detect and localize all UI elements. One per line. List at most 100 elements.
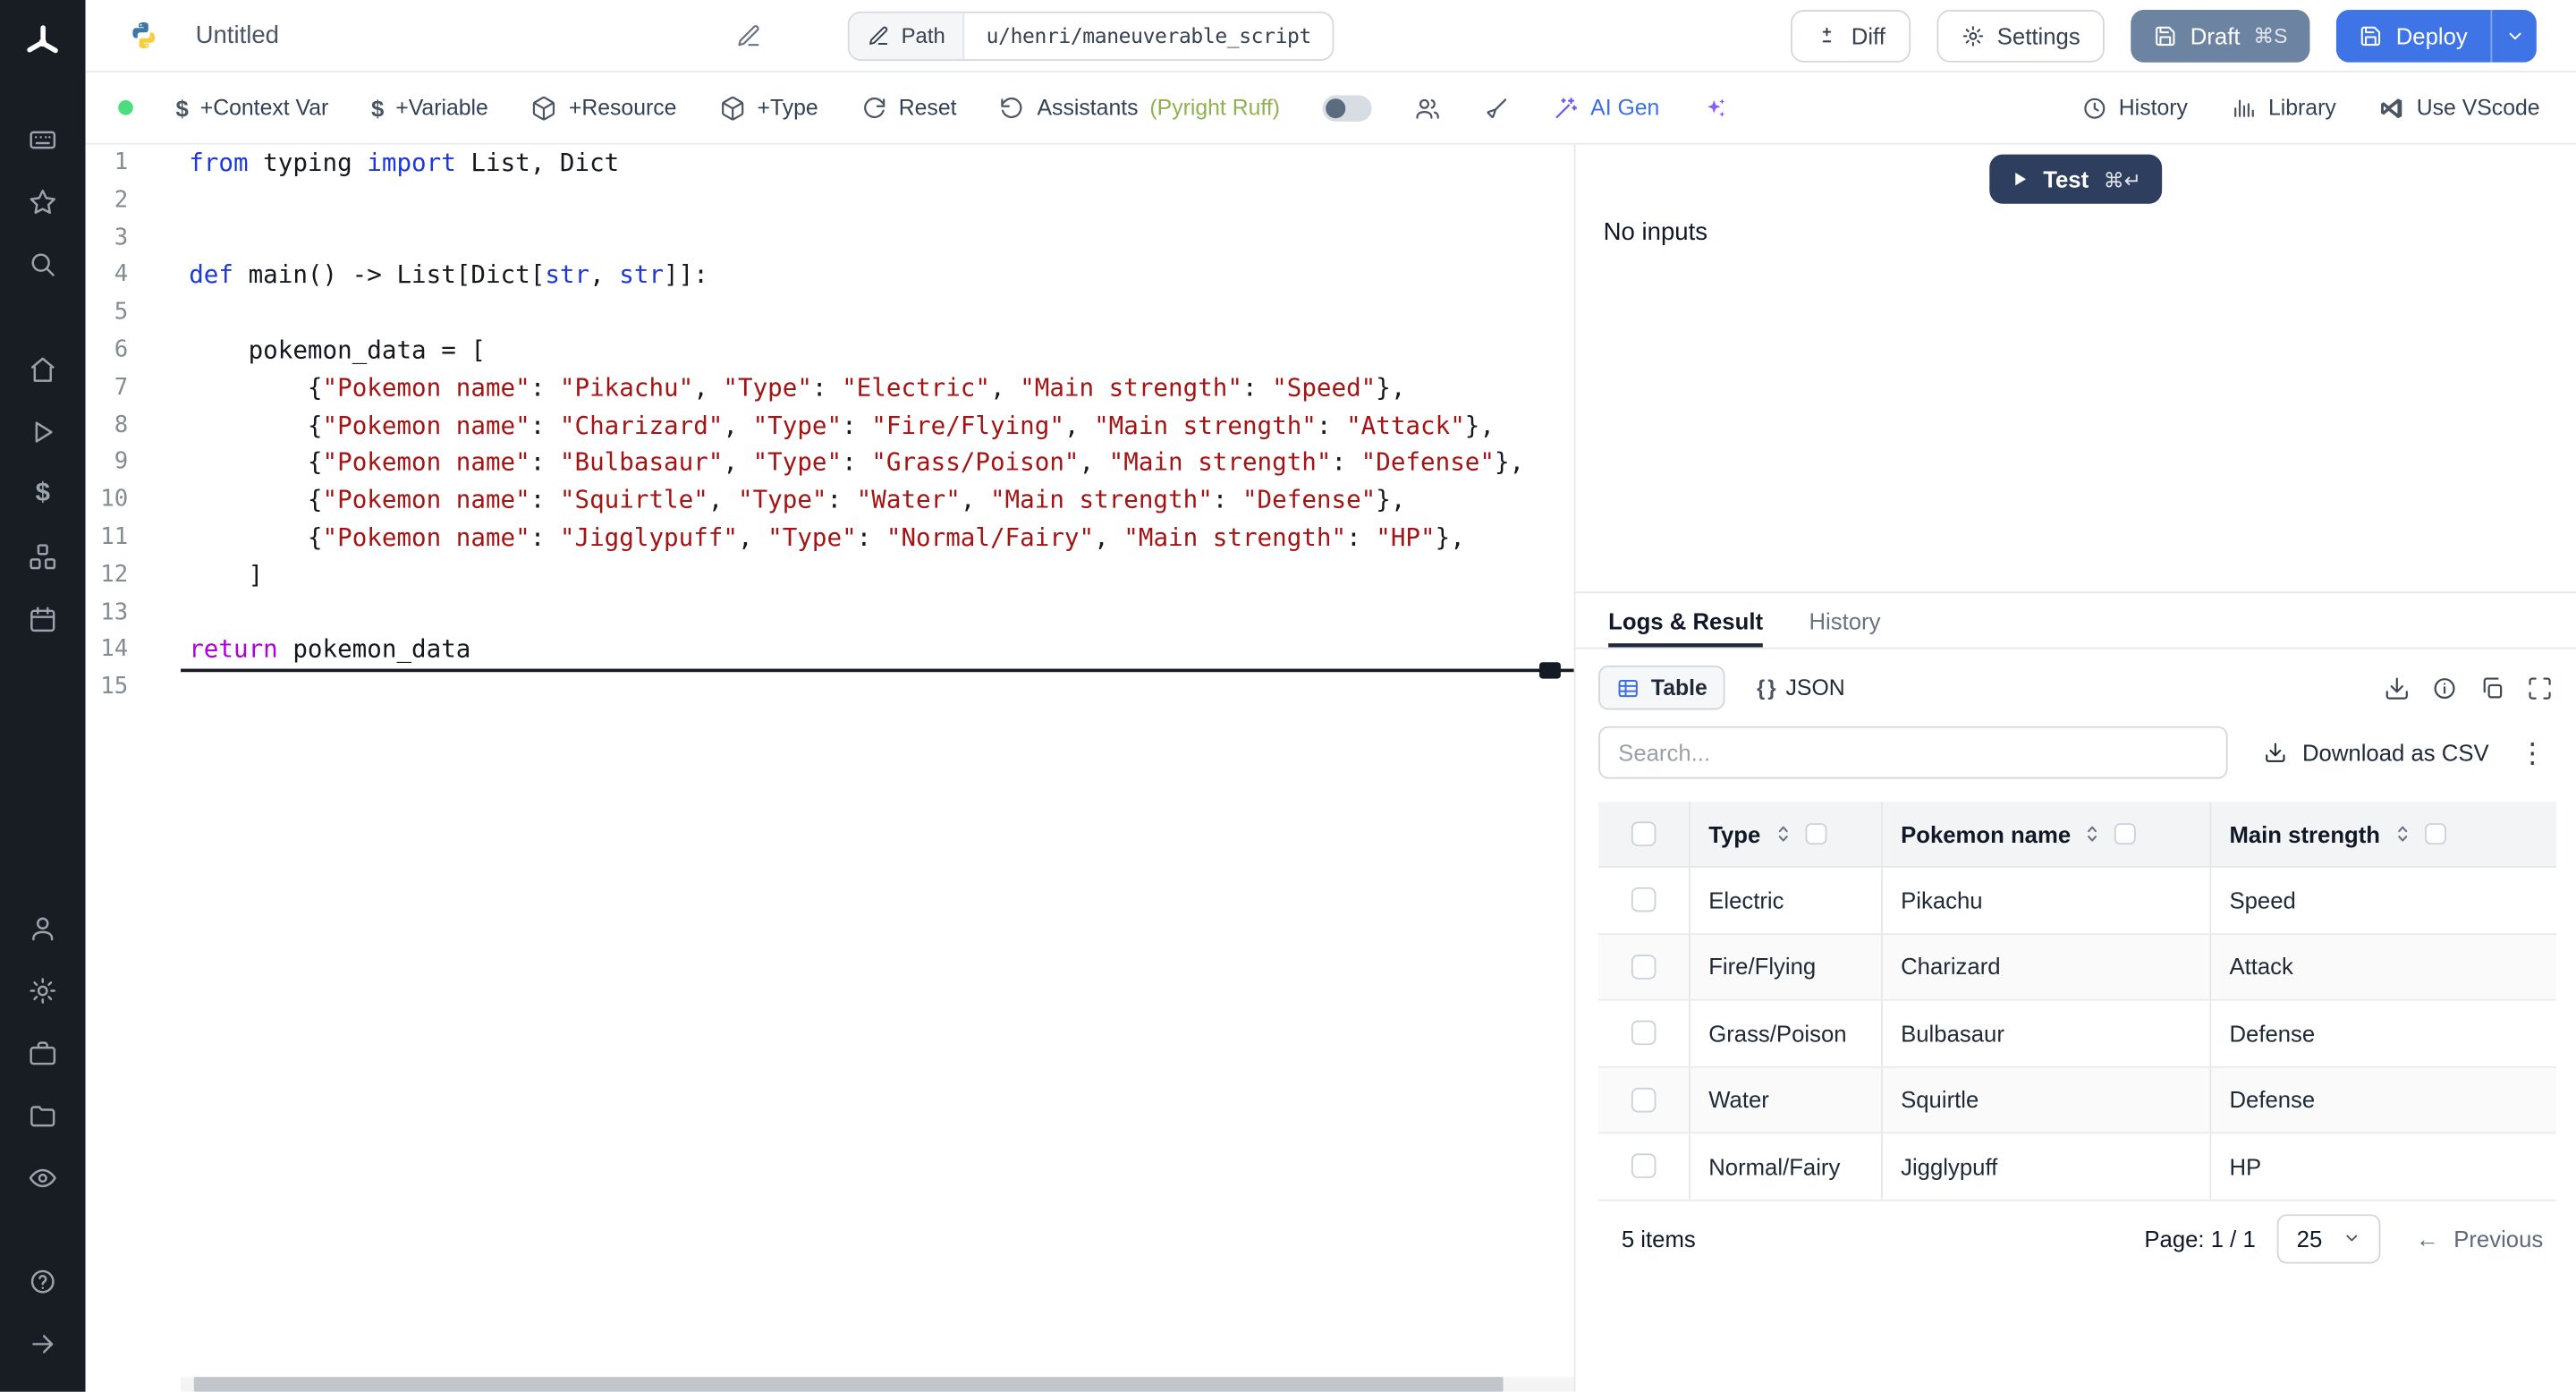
- sort-icon[interactable]: [1772, 823, 1793, 845]
- windmill-logo-icon[interactable]: [13, 13, 72, 72]
- test-button[interactable]: Test ⌘↵: [1988, 154, 2163, 204]
- add-context-var-button[interactable]: $ +Context Var: [176, 95, 329, 121]
- horizontal-scrollbar-thumb[interactable]: [193, 1377, 1504, 1392]
- users-icon[interactable]: [1415, 95, 1441, 121]
- editor-split-handle[interactable]: [1539, 662, 1561, 679]
- workers-briefcase-icon[interactable]: [13, 1022, 72, 1084]
- row-checkbox[interactable]: [1631, 1153, 1657, 1179]
- edit-summary-pencil-icon[interactable]: [735, 22, 761, 48]
- code-line[interactable]: 7 {"Pokemon name": "Pikachu", "Type": "E…: [86, 369, 1574, 407]
- deploy-options-chevron-icon[interactable]: [2490, 9, 2537, 62]
- table-row[interactable]: Water Squirtle Defense: [1598, 1066, 2556, 1134]
- code-line[interactable]: 15: [86, 669, 1574, 707]
- code-text: {"Pokemon name": "Squirtle", "Type": "Wa…: [189, 485, 1406, 515]
- reset-button[interactable]: Reset: [860, 95, 957, 121]
- folders-icon[interactable]: [13, 1084, 72, 1147]
- row-checkbox[interactable]: [1631, 1021, 1657, 1046]
- column-header-main-strength[interactable]: Main strength: [2229, 820, 2380, 846]
- sort-icon[interactable]: [2392, 823, 2413, 845]
- select-all-checkbox[interactable]: [1631, 821, 1657, 846]
- code-line[interactable]: 10 {"Pokemon name": "Squirtle", "Type": …: [86, 481, 1574, 519]
- settings-gear-icon[interactable]: [13, 960, 72, 1023]
- draft-button[interactable]: Draft ⌘S: [2131, 9, 2311, 62]
- download-csv-button[interactable]: Download as CSV: [2265, 740, 2489, 766]
- column-header-type[interactable]: Type: [1708, 820, 1760, 846]
- assistants-control[interactable]: Assistants (Pyright Ruff): [999, 95, 1280, 121]
- info-icon[interactable]: [2431, 675, 2457, 700]
- maximize-icon[interactable]: [2527, 675, 2553, 700]
- audit-eye-icon[interactable]: [13, 1147, 72, 1210]
- ai-gen-button[interactable]: AI Gen: [1553, 95, 1659, 121]
- add-type-button[interactable]: +Type: [719, 95, 818, 121]
- code-line[interactable]: 1 from typing import List, Dict: [86, 145, 1574, 182]
- line-number: 1: [114, 149, 129, 176]
- apps-icon[interactable]: [13, 108, 72, 171]
- code-line[interactable]: 2: [86, 182, 1574, 220]
- use-vscode-button[interactable]: Use VScode: [2378, 95, 2540, 121]
- code-line[interactable]: 13: [86, 594, 1574, 632]
- history-button[interactable]: History: [2081, 95, 2188, 121]
- horizontal-scrollbar-track[interactable]: [181, 1377, 1574, 1392]
- test-shortcut: ⌘↵: [2103, 168, 2141, 191]
- row-checkbox[interactable]: [1631, 1087, 1657, 1113]
- column-filter-checkbox[interactable]: [2114, 823, 2137, 845]
- page-size-select[interactable]: 25: [2276, 1213, 2380, 1263]
- view-json-chip[interactable]: { } JSON: [1739, 666, 1863, 710]
- code-line[interactable]: 8 {"Pokemon name": "Charizard", "Type": …: [86, 407, 1574, 445]
- code-line[interactable]: 3: [86, 219, 1574, 257]
- code-format-brush-icon[interactable]: [1484, 95, 1510, 121]
- add-variable-button[interactable]: $ +Variable: [371, 95, 488, 121]
- table-row[interactable]: Electric Pikachu Speed: [1598, 867, 2556, 935]
- variables-dollar-icon[interactable]: $: [13, 463, 72, 526]
- row-checkbox[interactable]: [1631, 887, 1657, 912]
- table-row[interactable]: Fire/Flying Charizard Attack: [1598, 934, 2556, 1001]
- home-icon[interactable]: [13, 338, 72, 401]
- code-line[interactable]: 5: [86, 294, 1574, 332]
- deploy-button[interactable]: Deploy: [2336, 9, 2491, 62]
- tab-logs-result[interactable]: Logs & Result: [1608, 593, 1763, 648]
- favorites-star-icon[interactable]: [13, 171, 72, 233]
- expand-sidebar-arrow-icon[interactable]: [13, 1313, 72, 1376]
- table-row[interactable]: Grass/Poison Bulbasaur Defense: [1598, 1000, 2556, 1067]
- view-table-chip[interactable]: Table: [1598, 665, 1726, 710]
- code-line[interactable]: 12 ]: [86, 556, 1574, 594]
- run-panel: Test ⌘↵ No inputs: [1575, 145, 2576, 592]
- refresh-icon: [864, 97, 886, 118]
- column-filter-checkbox[interactable]: [1804, 823, 1826, 845]
- library-button[interactable]: Library: [2231, 95, 2336, 121]
- copy-icon[interactable]: [2479, 675, 2505, 700]
- search-input[interactable]: [1598, 726, 2229, 779]
- code-editor[interactable]: 1 from typing import List, Dict 2 3 4 def m…: [85, 144, 1574, 1392]
- multiplayer-toggle[interactable]: [1322, 94, 1372, 121]
- vscode-icon: [2380, 98, 2402, 118]
- user-icon[interactable]: [13, 897, 72, 960]
- code-line[interactable]: 6 pokemon_data = [: [86, 332, 1574, 369]
- sort-icon[interactable]: [2082, 823, 2104, 845]
- code-line[interactable]: 11 {"Pokemon name": "Jigglypuff", "Type"…: [86, 519, 1574, 556]
- sparkles-icon[interactable]: [1702, 95, 1728, 121]
- column-header-pokemon-name[interactable]: Pokemon name: [1901, 820, 2071, 846]
- kebab-menu-icon[interactable]: ⋮: [2519, 739, 2546, 767]
- tab-history[interactable]: History: [1809, 593, 1880, 648]
- row-checkbox[interactable]: [1631, 954, 1657, 980]
- runs-play-icon[interactable]: [13, 401, 72, 463]
- code-line[interactable]: 9 {"Pokemon name": "Bulbasaur", "Type": …: [86, 445, 1574, 482]
- code-text: {"Pokemon name": "Pikachu", "Type": "Ele…: [189, 372, 1406, 403]
- diff-button[interactable]: Diff: [1790, 9, 1911, 62]
- previous-page-button[interactable]: ← Previous: [2416, 1225, 2543, 1251]
- path-control[interactable]: Path u/henri/maneuverable_script: [847, 10, 1335, 61]
- search-icon[interactable]: [13, 233, 72, 296]
- download-result-icon[interactable]: [2384, 675, 2410, 700]
- line-number: 6: [114, 336, 129, 363]
- column-filter-checkbox[interactable]: [2424, 823, 2446, 845]
- code-line[interactable]: 4 def main() -> List[Dict[str, str]]:: [86, 257, 1574, 294]
- settings-button[interactable]: Settings: [1936, 9, 2106, 62]
- table-row[interactable]: Normal/Fairy Jigglypuff HP: [1598, 1133, 2556, 1201]
- resources-icon[interactable]: [13, 526, 72, 589]
- code-line[interactable]: 14 return pokemon_data: [86, 632, 1574, 669]
- add-resource-button[interactable]: +Resource: [531, 95, 676, 121]
- help-icon[interactable]: [13, 1251, 72, 1313]
- schedules-calendar-icon[interactable]: [13, 589, 72, 651]
